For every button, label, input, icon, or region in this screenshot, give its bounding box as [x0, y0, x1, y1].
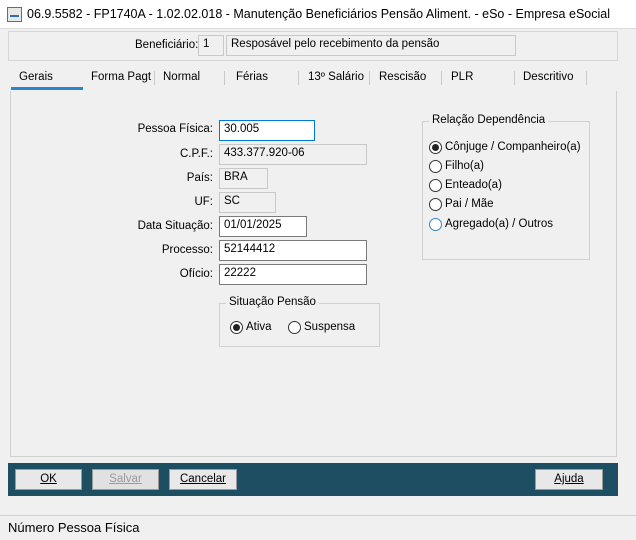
cancelar-button[interactable]: Cancelar	[169, 469, 237, 490]
processo-label: Processo:	[161, 244, 213, 256]
cpf-label: C.P.F.:	[179, 148, 213, 160]
tab-descritivo[interactable]: Descritivo	[523, 67, 573, 91]
uf-label: UF:	[194, 196, 213, 208]
tab-separator	[154, 71, 155, 85]
tab-forma-pagt[interactable]: Forma Pagt	[91, 67, 151, 91]
oficio-label: Ofício:	[179, 268, 213, 280]
situacao-pensao-group: Situação Pensão Ativa Suspensa	[219, 296, 380, 347]
status-text: Número Pessoa Física	[8, 520, 140, 535]
tab-rescisao[interactable]: Rescisão	[379, 67, 426, 91]
window-title: 06.9.5582 - FP1740A - 1.02.02.018 - Manu…	[27, 7, 610, 21]
tab-ferias[interactable]: Férias	[236, 67, 268, 91]
pais-field: BRA	[219, 168, 268, 189]
oficio-input[interactable]: 22222	[219, 264, 367, 285]
radio-unselected-icon	[429, 218, 442, 231]
radio-unselected-icon	[288, 321, 301, 334]
tab-separator	[224, 71, 225, 85]
uf-field: SC	[219, 192, 276, 213]
data-situacao-label: Data Situação:	[137, 220, 213, 232]
cpf-field: 433.377.920-06	[219, 144, 367, 165]
relacao-dependencia-group: Relação Dependência Cônjuge / Companheir…	[422, 114, 590, 260]
radio-unselected-icon	[429, 179, 442, 192]
tab-separator	[586, 71, 587, 85]
pessoa-fisica-label: Pessoa Física:	[137, 123, 213, 135]
radio-selected-icon	[230, 321, 243, 334]
button-bar: OK Salvar Cancelar Ajuda	[8, 463, 618, 496]
tab-separator	[369, 71, 370, 85]
salvar-button[interactable]: Salvar	[92, 469, 159, 490]
title-bar: 06.9.5582 - FP1740A - 1.02.02.018 - Manu…	[0, 0, 636, 29]
relacao-dependencia-title: Relação Dependência	[429, 114, 549, 126]
tab-strip: Gerais Forma Pagt Normal Férias 13º Salá…	[10, 67, 618, 91]
ajuda-button[interactable]: Ajuda	[535, 469, 603, 490]
pessoa-fisica-input[interactable]: 30.005	[219, 120, 315, 141]
beneficiario-panel: Beneficiário: 1 Resposável pelo recebime…	[8, 31, 618, 61]
tab-plr[interactable]: PLR	[451, 67, 473, 91]
situacao-pensao-title: Situação Pensão	[226, 296, 319, 308]
ok-button[interactable]: OK	[15, 469, 82, 490]
beneficiario-number-field: 1	[198, 35, 224, 56]
tab-separator	[298, 71, 299, 85]
radio-unselected-icon	[429, 160, 442, 173]
processo-input[interactable]: 52144412	[219, 240, 367, 261]
active-tab-indicator	[11, 87, 83, 90]
gerais-tab-panel: Pessoa Física: 30.005 C.P.F.: 433.377.92…	[10, 91, 617, 457]
tab-separator	[441, 71, 442, 85]
data-situacao-input[interactable]: 01/01/2025	[219, 216, 307, 237]
pais-label: País:	[186, 172, 213, 184]
beneficiario-description-field: Resposável pelo recebimento da pensão	[226, 35, 516, 56]
app-window-icon	[7, 7, 22, 22]
tab-separator	[514, 71, 515, 85]
radio-selected-icon	[429, 141, 442, 154]
tab-13-salario[interactable]: 13º Salário	[308, 67, 364, 91]
beneficiario-label: Beneficiário:	[135, 39, 199, 51]
radio-unselected-icon	[429, 198, 442, 211]
status-bar: Número Pessoa Física	[0, 515, 636, 540]
tab-normal[interactable]: Normal	[163, 67, 200, 91]
